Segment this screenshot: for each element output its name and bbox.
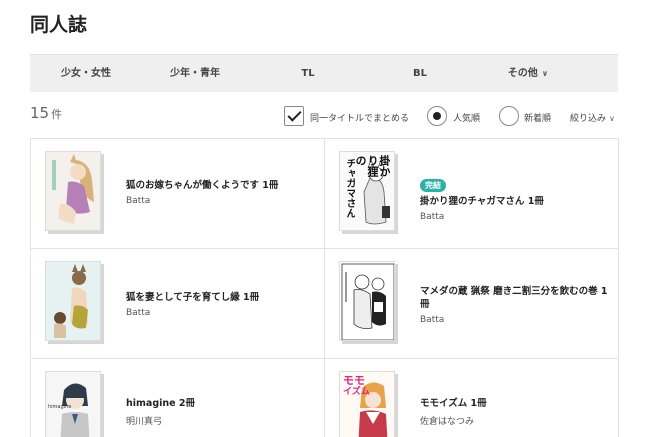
count-unit: 件 xyxy=(51,108,63,121)
cover-title: チャガマさん xyxy=(344,158,355,218)
item-author[interactable]: Batta xyxy=(420,315,608,325)
list-item[interactable]: 狐のお嫁ちゃんが働くようです 1冊 Batta xyxy=(31,139,325,249)
list-item[interactable]: モモ イズム モモイズム 1冊 佐倉はなつみ xyxy=(325,359,619,437)
cover-title: 掛かり狸の xyxy=(354,155,390,177)
item-author[interactable]: Batta xyxy=(126,196,314,206)
category-label: 少年・青年 xyxy=(170,68,220,79)
list-item[interactable]: himagine himagine 2冊 明川真弓 xyxy=(31,359,325,437)
cover-image[interactable] xyxy=(45,151,101,231)
category-tab-shojo[interactable]: 少女・女性 xyxy=(61,55,111,93)
count-number: 15 xyxy=(30,104,50,122)
item-title[interactable]: 狐を妻として子を育てし縁 1冊 xyxy=(126,291,314,304)
sort-popular-radio[interactable] xyxy=(427,106,447,126)
toolbar: 15 件 同一タイトルでまとめる 人気順 新着順 絞り込み ∨ xyxy=(30,104,620,132)
category-label: 少女・女性 xyxy=(61,68,111,79)
item-author[interactable]: 明川真弓 xyxy=(126,414,314,427)
list-item[interactable]: マメダの蔵 猟祭 磨き二割三分を飲むの巻 1冊 Batta xyxy=(325,249,619,359)
list-item[interactable]: 狐を妻として子を育てし縁 1冊 Batta xyxy=(31,249,325,359)
category-tab-other[interactable]: その他 ∨ xyxy=(508,55,549,93)
group-titles-checkbox[interactable] xyxy=(284,106,304,126)
cover-title: モモ xyxy=(343,374,365,387)
cover-image[interactable] xyxy=(45,261,101,341)
cover-image[interactable]: himagine xyxy=(45,371,101,437)
item-author[interactable]: Batta xyxy=(126,308,314,318)
sort-new-label[interactable]: 新着順 xyxy=(524,111,551,124)
page-title: 同人誌 xyxy=(30,14,88,36)
group-titles-label[interactable]: 同一タイトルでまとめる xyxy=(310,111,409,124)
chevron-down-icon: ∨ xyxy=(609,114,615,123)
cover-image[interactable]: 掛かり狸の チャガマさん xyxy=(339,151,395,231)
category-label: BL xyxy=(413,68,427,79)
item-title[interactable]: 狐のお嫁ちゃんが働くようです 1冊 xyxy=(126,179,314,192)
item-title[interactable]: モモイズム 1冊 xyxy=(420,397,608,410)
result-count: 15 件 xyxy=(30,104,62,122)
cover-image[interactable]: モモ イズム xyxy=(339,371,395,437)
item-author[interactable]: 佐倉はなつみ xyxy=(420,414,608,427)
category-tab-bl[interactable]: BL xyxy=(413,55,427,93)
item-title[interactable]: 掛かり狸のチャガマさん 1冊 xyxy=(420,195,608,208)
item-author[interactable]: Batta xyxy=(420,212,608,222)
item-title[interactable]: マメダの蔵 猟祭 磨き二割三分を飲むの巻 1冊 xyxy=(420,285,608,311)
cover-title: himagine xyxy=(48,404,72,410)
cover-image[interactable] xyxy=(339,261,395,341)
status-badge: 完結 xyxy=(420,179,446,192)
sort-popular-label[interactable]: 人気順 xyxy=(453,111,480,124)
item-title[interactable]: himagine 2冊 xyxy=(126,397,314,410)
list-item[interactable]: 掛かり狸の チャガマさん 完結 掛かり狸のチャガマさん 1冊 Batta xyxy=(325,139,619,249)
category-bar: 少女・女性 少年・青年 TL BL その他 ∨ xyxy=(30,54,618,92)
sort-new-radio[interactable] xyxy=(499,106,519,126)
filter-label: 絞り込み xyxy=(570,114,607,124)
chevron-down-icon: ∨ xyxy=(541,69,549,78)
category-tab-shonen[interactable]: 少年・青年 xyxy=(170,55,220,93)
cover-title: イズム xyxy=(343,387,370,397)
item-grid: 狐のお嫁ちゃんが働くようです 1冊 Batta 掛かり狸の チャガマさん 完結 … xyxy=(30,138,619,437)
filter-dropdown[interactable]: 絞り込み ∨ xyxy=(570,111,615,124)
category-tab-tl[interactable]: TL xyxy=(301,55,314,93)
category-label: TL xyxy=(301,68,315,79)
category-label: その他 xyxy=(507,68,538,79)
